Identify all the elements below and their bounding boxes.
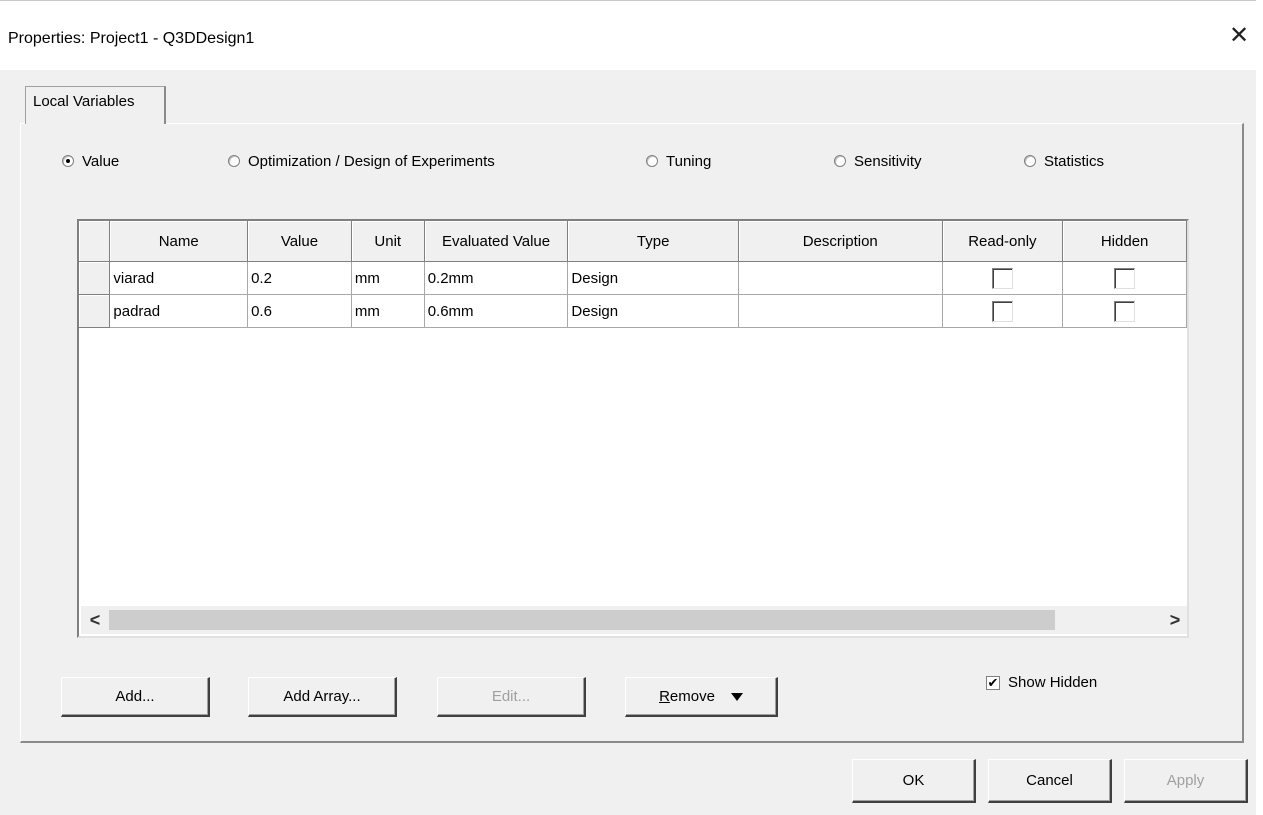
cell-value[interactable]: 0.2 [247,261,352,295]
window-title: Properties: Project1 - Q3DDesign1 [8,30,255,47]
cancel-button[interactable]: Cancel [988,759,1112,803]
radio-tuning[interactable]: Tuning [646,148,711,174]
radio-label: Value [82,152,120,170]
cell-read-only [942,261,1064,295]
table-row[interactable]: viarad 0.2 mm 0.2mm Design [79,261,1187,295]
show-hidden-label: Show Hidden [1008,674,1098,691]
remove-button[interactable]: Remove [625,677,778,717]
add-array-button[interactable]: Add Array... [248,677,397,717]
tab-local-variables[interactable]: Local Variables [25,86,166,124]
cell-hidden [1062,261,1187,295]
show-hidden-checkbox[interactable]: ✔ Show Hidden [986,674,1097,691]
remove-label: Remove [659,688,715,705]
window-edge [1256,0,1263,815]
cell-name[interactable]: viarad [109,261,249,295]
cell-type[interactable]: Design [567,294,739,328]
corner-header[interactable] [79,221,111,262]
read-only-checkbox[interactable] [991,267,1013,289]
radio-label: Sensitivity [854,152,922,170]
row-header[interactable] [79,261,111,295]
cell-type[interactable]: Design [567,261,739,295]
scroll-thumb[interactable] [109,610,1055,630]
column-header-evaluated-value[interactable]: Evaluated Value [424,221,569,262]
radio-optimization[interactable]: Optimization / Design of Experiments [228,148,495,174]
cell-hidden [1062,294,1187,328]
column-header-description[interactable]: Description [738,221,943,262]
cell-description[interactable] [738,294,943,328]
hidden-checkbox[interactable] [1114,300,1136,322]
column-header-hidden[interactable]: Hidden [1062,221,1187,262]
add-button[interactable]: Add... [61,677,210,717]
radio-label: Statistics [1044,152,1105,170]
cell-evaluated-value: 0.2mm [424,261,569,295]
ok-button[interactable]: OK [852,759,976,803]
read-only-checkbox[interactable] [991,300,1013,322]
column-header-unit[interactable]: Unit [351,221,425,262]
dropdown-arrow-icon [730,692,743,701]
cell-unit[interactable]: mm [351,261,425,295]
apply-button[interactable]: Apply [1124,759,1248,803]
checkbox-checked-icon: ✔ [986,674,1000,690]
column-header-name[interactable]: Name [109,221,249,262]
radio-sensitivity[interactable]: Sensitivity [834,148,922,174]
scroll-left-icon[interactable]: < [81,606,109,634]
radio-label: Tuning [666,152,712,170]
cell-name[interactable]: padrad [109,294,249,328]
radio-selected-icon [62,155,74,167]
remove-label-rest: emove [669,688,715,705]
scroll-right-icon[interactable]: > [1161,606,1187,634]
edit-button[interactable]: Edit... [437,677,586,717]
radio-unselected-icon [1024,155,1036,167]
cell-value[interactable]: 0.6 [247,294,352,328]
radio-unselected-icon [228,155,240,167]
close-icon[interactable]: ✕ [1222,18,1256,52]
table-row[interactable]: padrad 0.6 mm 0.6mm Design [79,294,1187,328]
radio-statistics[interactable]: Statistics [1024,148,1104,174]
radio-unselected-icon [646,155,658,167]
cell-unit[interactable]: mm [351,294,425,328]
cell-evaluated-value: 0.6mm [424,294,569,328]
remove-mnemonic: R [659,688,670,705]
column-header-read-only[interactable]: Read-only [942,221,1064,262]
variables-grid[interactable]: Name Value Unit Evaluated Value Type Des… [77,219,1189,638]
horizontal-scrollbar[interactable]: < > [81,606,1187,634]
cell-description[interactable] [738,261,943,295]
radio-unselected-icon [834,155,846,167]
column-header-type[interactable]: Type [567,221,739,262]
table-header-row: Name Value Unit Evaluated Value Type Des… [79,221,1187,262]
radio-label: Optimization / Design of Experiments [248,152,495,170]
row-header[interactable] [79,294,111,328]
hidden-checkbox[interactable] [1114,267,1136,289]
variables-table: Name Value Unit Evaluated Value Type Des… [79,221,1187,328]
cell-read-only [942,294,1064,328]
radio-value[interactable]: Value [62,148,119,174]
column-header-value[interactable]: Value [247,221,352,262]
